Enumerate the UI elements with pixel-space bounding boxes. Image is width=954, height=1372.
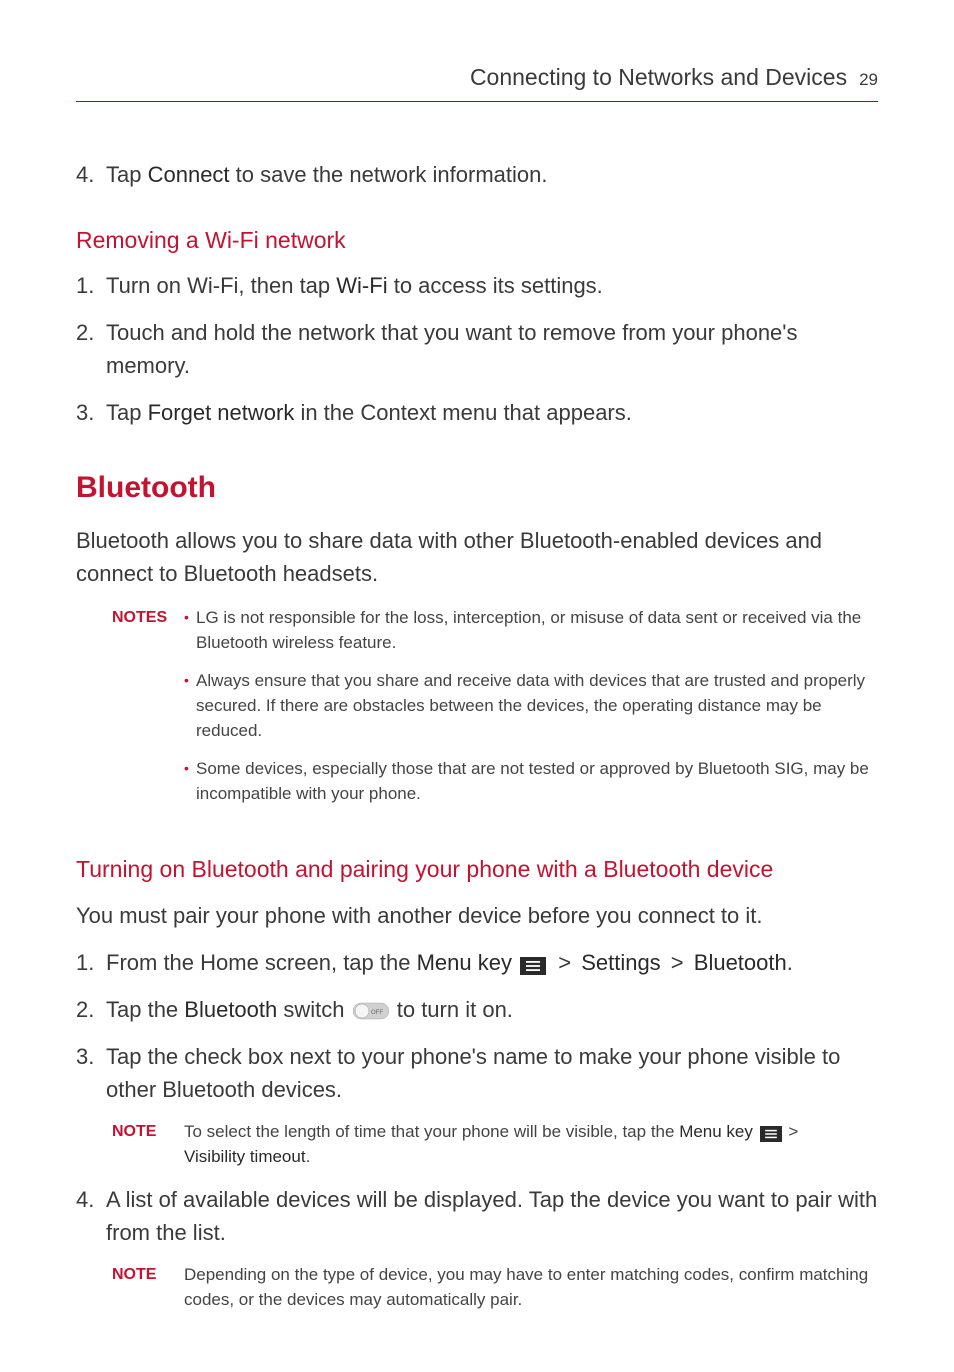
removing-step-1: 1. Turn on Wi-Fi, then tap Wi-Fi to acce…	[76, 269, 878, 302]
step-text: From the Home screen, tap the Menu key >…	[106, 946, 878, 979]
step-text: A list of available devices will be disp…	[106, 1183, 878, 1249]
step-number: 2.	[76, 993, 106, 1026]
step-number: 2.	[76, 316, 106, 382]
pairing-note-codes: NOTE Depending on the type of device, yo…	[112, 1263, 878, 1312]
step-number: 3.	[76, 1040, 106, 1106]
step-text: Tap the Bluetooth switch OFF to turn it …	[106, 993, 878, 1026]
bluetooth-notes: NOTES • LG is not responsible for the lo…	[112, 606, 878, 820]
pairing-intro: You must pair your phone with another de…	[76, 899, 878, 932]
header-title: Connecting to Networks and Devices	[470, 60, 847, 95]
step-text: Tap Forget network in the Context menu t…	[106, 396, 878, 429]
page-header: Connecting to Networks and Devices 29	[76, 60, 878, 102]
pairing-step-4: 4. A list of available devices will be d…	[76, 1183, 878, 1249]
step-text: Tap Connect to save the network informat…	[106, 158, 878, 191]
notes-content: • LG is not responsible for the loss, in…	[184, 606, 878, 820]
note-text: Depending on the type of device, you may…	[184, 1263, 878, 1312]
heading-removing-wifi: Removing a Wi-Fi network	[76, 223, 878, 258]
step-number: 1.	[76, 269, 106, 302]
step-text: Turn on Wi-Fi, then tap Wi-Fi to access …	[106, 269, 878, 302]
note-text: To select the length of time that your p…	[184, 1120, 878, 1169]
bullet-icon: •	[184, 669, 196, 743]
menu-key-icon	[520, 957, 546, 975]
step-text: Touch and hold the network that you want…	[106, 316, 878, 382]
switch-off-icon: OFF	[353, 1002, 389, 1020]
step-number: 4.	[76, 1183, 106, 1249]
note-bullet-2: • Always ensure that you share and recei…	[184, 669, 878, 743]
note-label: NOTE	[112, 1263, 184, 1312]
bullet-icon: •	[184, 606, 196, 655]
bluetooth-intro: Bluetooth allows you to share data with …	[76, 524, 878, 590]
heading-bluetooth: Bluetooth	[76, 465, 878, 510]
svg-text:OFF: OFF	[371, 1010, 383, 1016]
page-number: 29	[859, 67, 878, 93]
pairing-step-3: 3. Tap the check box next to your phone'…	[76, 1040, 878, 1106]
pairing-step-2: 2. Tap the Bluetooth switch OFF to turn …	[76, 993, 878, 1026]
removing-step-3: 3. Tap Forget network in the Context men…	[76, 396, 878, 429]
pairing-note-visibility: NOTE To select the length of time that y…	[112, 1120, 878, 1169]
removing-step-2: 2. Touch and hold the network that you w…	[76, 316, 878, 382]
step-number: 4.	[76, 158, 106, 191]
note-bullet-3: • Some devices, especially those that ar…	[184, 757, 878, 806]
pairing-step-1: 1. From the Home screen, tap the Menu ke…	[76, 946, 878, 979]
step-number: 3.	[76, 396, 106, 429]
step-number: 1.	[76, 946, 106, 979]
bullet-icon: •	[184, 757, 196, 806]
note-label: NOTE	[112, 1120, 184, 1169]
note-bullet-1: • LG is not responsible for the loss, in…	[184, 606, 878, 655]
step-4-connect: 4. Tap Connect to save the network infor…	[76, 158, 878, 191]
step-text: Tap the check box next to your phone's n…	[106, 1040, 878, 1106]
notes-label: NOTES	[112, 606, 184, 820]
menu-key-icon	[760, 1126, 782, 1142]
heading-pairing: Turning on Bluetooth and pairing your ph…	[76, 852, 878, 887]
